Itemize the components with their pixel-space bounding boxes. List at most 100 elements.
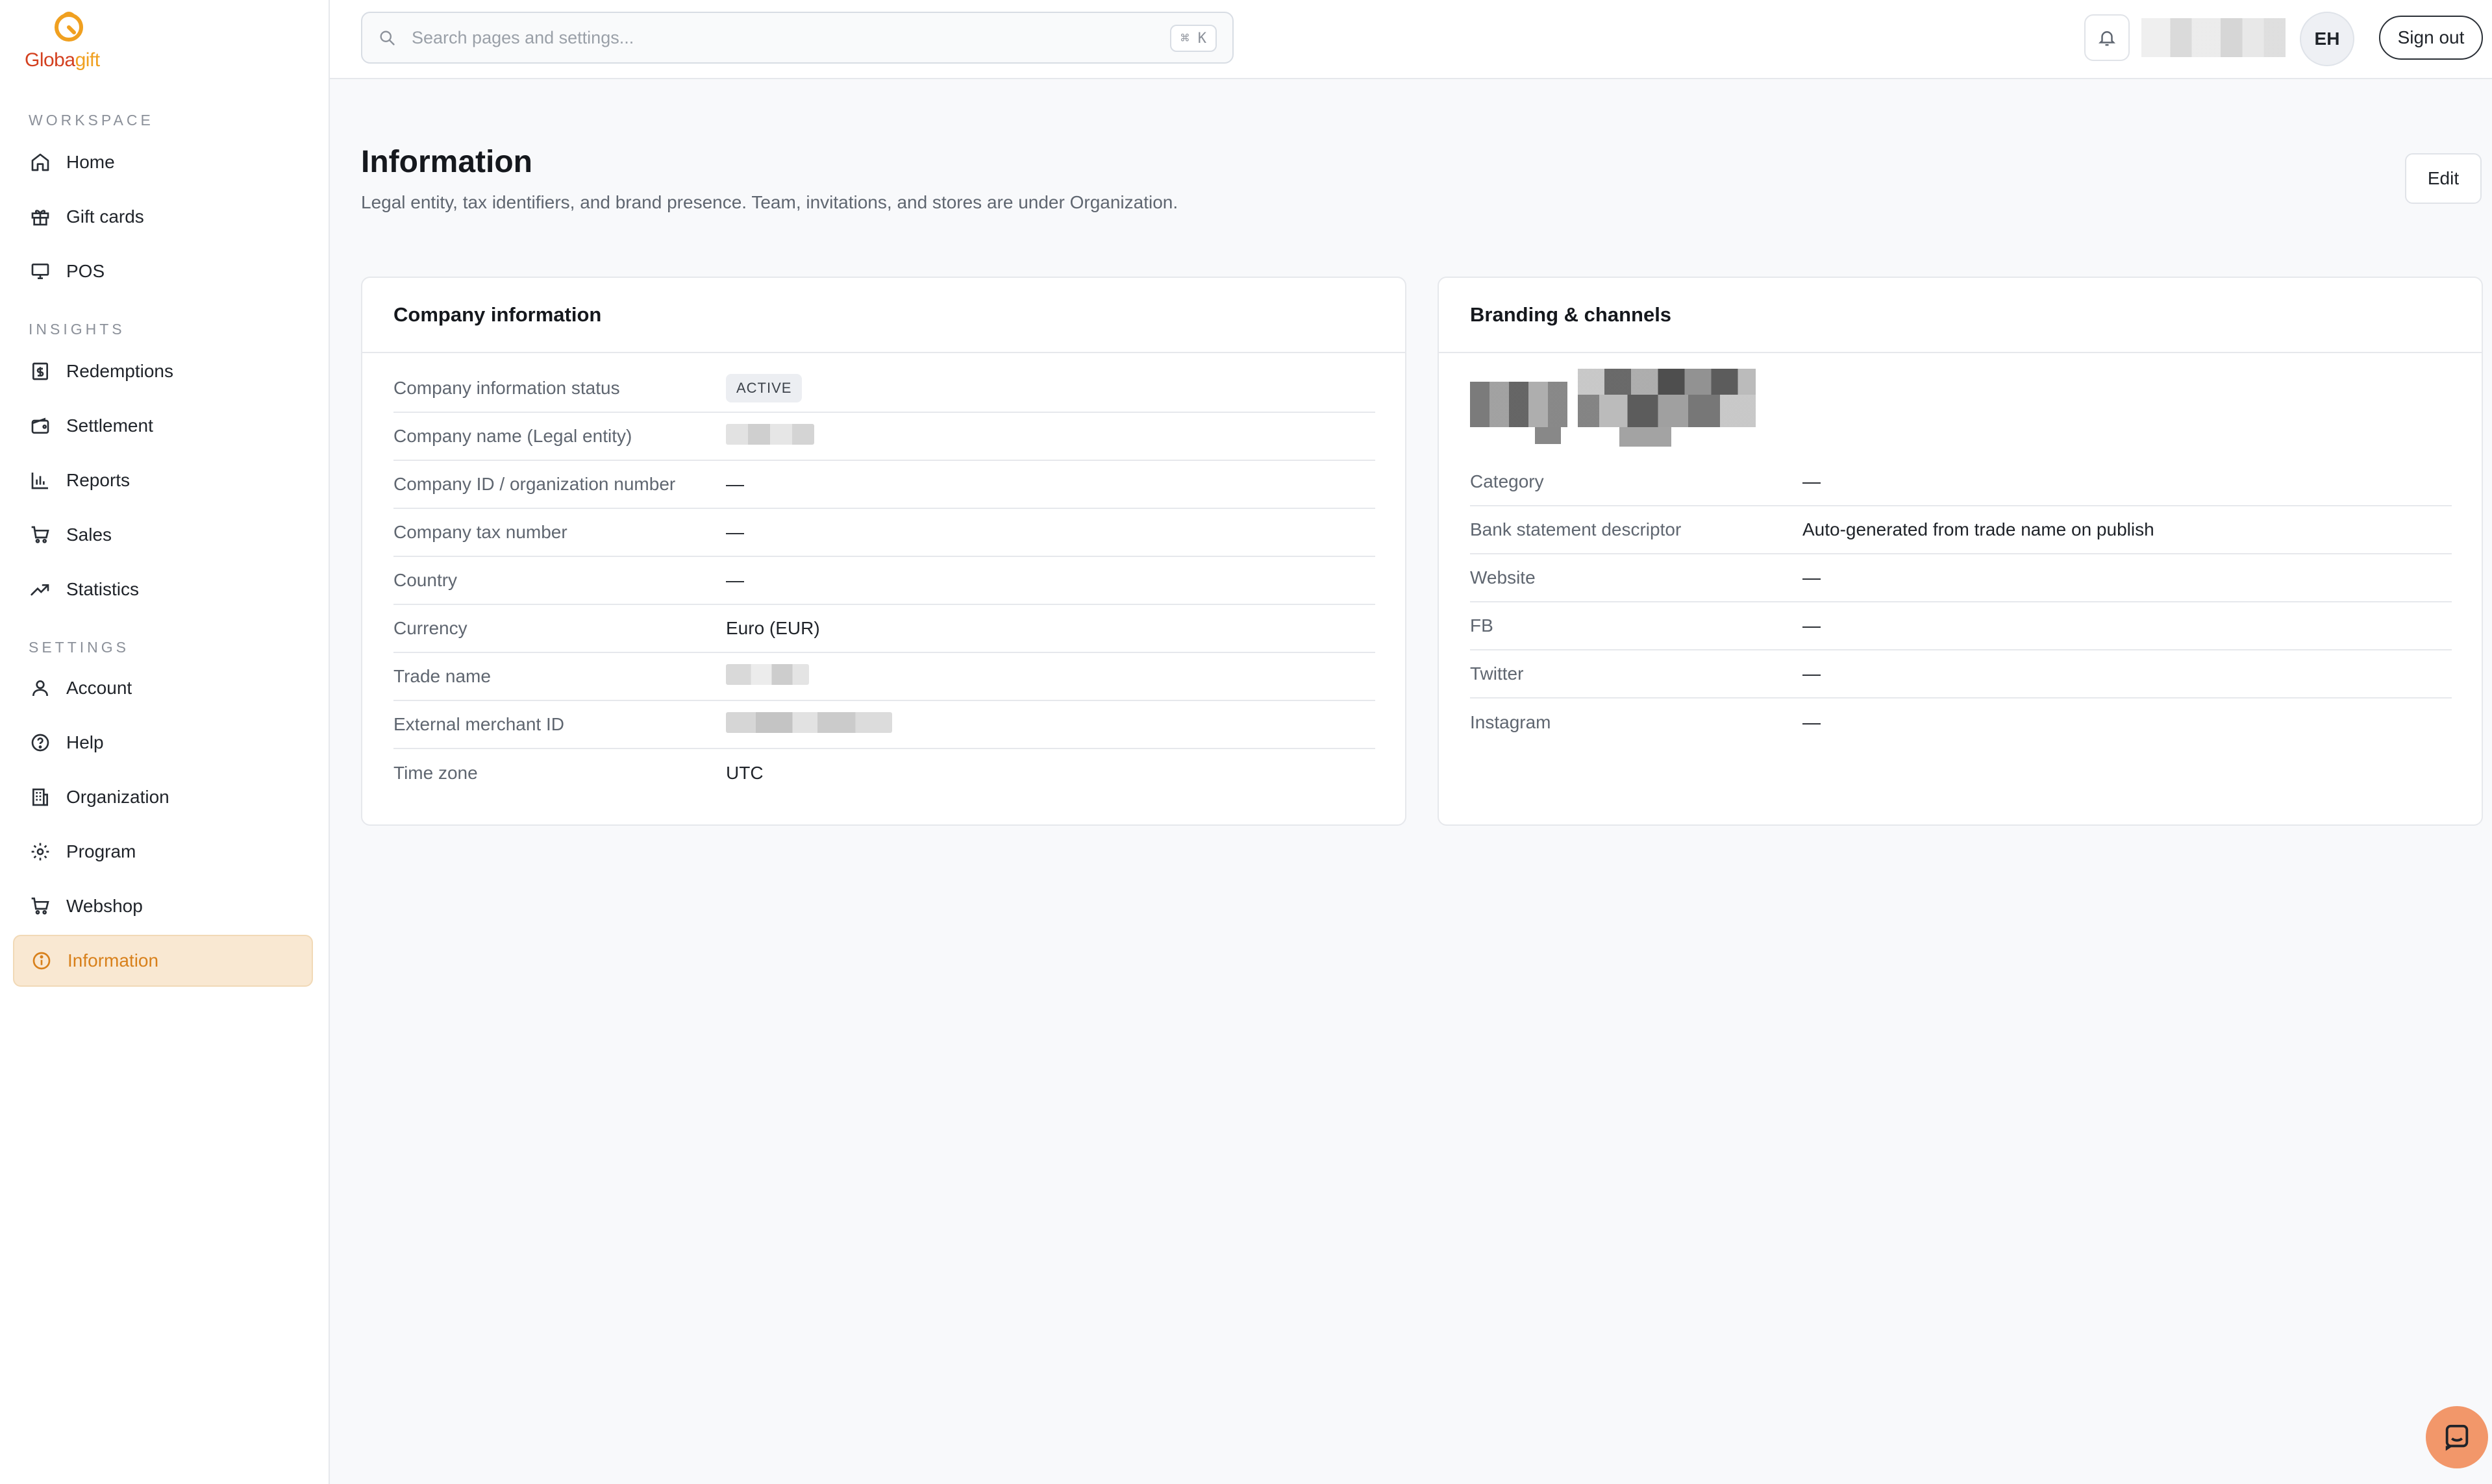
field-value: — (726, 522, 744, 542)
sidebar-item-webshop[interactable]: Webshop (13, 880, 313, 932)
field-row-company-name: Company name (Legal entity) (393, 413, 1375, 461)
field-value: — (726, 570, 744, 590)
field-row-fb: FB — (1470, 602, 2452, 650)
monitor-icon (29, 260, 52, 283)
sidebar-item-account[interactable]: Account (13, 662, 313, 714)
field-row-time-zone: Time zone UTC (393, 749, 1375, 797)
search-placeholder: Search pages and settings... (412, 27, 634, 47)
receipt-icon (29, 360, 52, 383)
chat-icon (2445, 1424, 2469, 1451)
search-input[interactable]: Search pages and settings... ⌘ K (361, 12, 1234, 64)
building-icon (29, 785, 52, 809)
sidebar-item-settlement[interactable]: Settlement (13, 400, 313, 452)
field-label: Country (393, 570, 458, 590)
redacted-value (726, 711, 892, 733)
sidebar-item-label: Reports (66, 470, 131, 490)
field-row-status: Company information status ACTIVE (393, 365, 1375, 413)
logo-mark-icon (55, 12, 83, 42)
section-label-workspace: WORKSPACE (29, 112, 154, 129)
field-row-category: Category — (1470, 458, 2452, 506)
field-row-country: Country — (393, 557, 1375, 605)
sidebar-item-redemptions[interactable]: Redemptions (13, 345, 313, 397)
field-row-instagram: Instagram — (1470, 699, 2452, 747)
user-name-redacted (2141, 18, 2286, 57)
sidebar-item-label: Help (66, 732, 104, 752)
company-information-card: Company information Company information … (361, 277, 1406, 826)
sidebar-item-program[interactable]: Program (13, 826, 313, 878)
field-value: UTC (726, 763, 764, 783)
help-icon (29, 731, 52, 754)
brand-name-part1: Globa (25, 49, 75, 71)
section-label-insights: INSIGHTS (29, 321, 125, 338)
sidebar-item-label: Information (68, 950, 159, 971)
card-title: Company information (393, 303, 602, 326)
field-row-company-id: Company ID / organization number — (393, 461, 1375, 509)
sign-out-button[interactable]: Sign out (2379, 16, 2483, 60)
redacted-value (726, 423, 814, 445)
sidebar-item-pos[interactable]: POS (13, 245, 313, 297)
topbar: Search pages and settings... ⌘ K EH Sign… (330, 0, 2492, 79)
sidebar-item-label: Organization (66, 787, 169, 807)
field-label: Time zone (393, 763, 478, 783)
chat-launcher-button[interactable] (2426, 1406, 2488, 1468)
field-value: Euro (EUR) (726, 618, 820, 638)
field-row-bank-statement-descriptor: Bank statement descriptor Auto-generated… (1470, 506, 2452, 554)
status-badge-text: ACTIVE (726, 374, 803, 402)
brand-logo[interactable]: Globagift (25, 10, 116, 71)
sidebar-item-statistics[interactable]: Statistics (13, 563, 313, 615)
field-value-redacted (726, 711, 892, 737)
sidebar-item-reports[interactable]: Reports (13, 454, 313, 506)
cart-icon (29, 895, 52, 918)
field-row-website: Website — (1470, 554, 2452, 602)
cart-icon (29, 523, 52, 547)
gift-icon (29, 205, 52, 229)
field-label: Currency (393, 618, 467, 638)
field-label: FB (1470, 615, 1493, 636)
avatar[interactable]: EH (2300, 12, 2354, 66)
sidebar-item-gift-cards[interactable]: Gift cards (13, 191, 313, 243)
user-icon (29, 676, 52, 700)
card-header: Branding & channels (1439, 278, 2482, 353)
sidebar-item-help[interactable]: Help (13, 717, 313, 769)
field-label: Category (1470, 471, 1544, 491)
search-shortcut-hint: ⌘ K (1170, 25, 1217, 52)
field-label: Company name (Legal entity) (393, 426, 632, 446)
sidebar-item-label: Settlement (66, 415, 153, 436)
sidebar-item-information[interactable]: Information (13, 935, 313, 987)
info-icon (30, 949, 53, 972)
page-subtitle: Legal entity, tax identifiers, and brand… (361, 192, 1178, 212)
sidebar-item-home[interactable]: Home (13, 136, 313, 188)
notifications-button[interactable] (2084, 14, 2130, 61)
sidebar-item-label: POS (66, 261, 105, 281)
section-label-settings: SETTINGS (29, 639, 130, 656)
brand-name-part2: gift (75, 49, 101, 71)
field-value: Auto-generated from trade name on publis… (1802, 519, 2154, 539)
field-value-redacted (726, 663, 809, 689)
field-value-redacted (726, 423, 814, 449)
sidebar-item-sales[interactable]: Sales (13, 509, 313, 561)
field-label: Company information status (393, 378, 620, 398)
sidebar-item-organization[interactable]: Organization (13, 771, 313, 823)
brand-wordmark: Globagift (25, 49, 100, 71)
sidebar-item-label: Redemptions (66, 361, 173, 381)
sidebar-item-label: Home (66, 152, 115, 172)
sidebar: Globagift WORKSPACE INSIGHTS SETTINGS Ho… (0, 0, 330, 1484)
sidebar-item-label: Sales (66, 525, 112, 545)
field-value: — (1802, 471, 1821, 491)
bell-icon (2098, 31, 2116, 46)
field-label: Instagram (1470, 712, 1551, 732)
bar-chart-icon (29, 469, 52, 492)
field-label: Trade name (393, 666, 491, 686)
field-value: — (1802, 567, 1821, 587)
sidebar-item-label: Gift cards (66, 206, 144, 227)
field-value: — (1802, 615, 1821, 636)
sidebar-item-label: Account (66, 678, 132, 698)
trend-icon (29, 578, 52, 601)
field-label: Website (1470, 567, 1536, 587)
branding-channels-card: Branding & channels Category — Bank stat… (1438, 277, 2483, 826)
field-row-trade-name: Trade name (393, 653, 1375, 701)
status-badge: ACTIVE (726, 374, 803, 402)
edit-button[interactable]: Edit (2405, 153, 2482, 204)
wallet-icon (29, 414, 52, 438)
sidebar-item-label: Statistics (66, 579, 140, 599)
